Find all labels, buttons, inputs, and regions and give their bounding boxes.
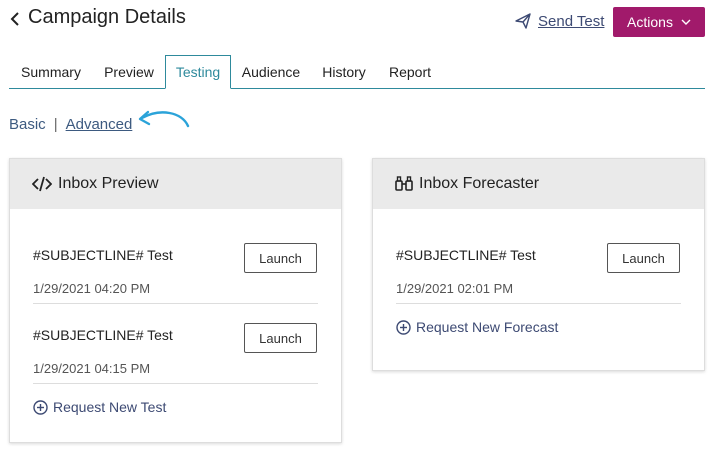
request-new-forecast-label: Request New Forecast	[416, 319, 559, 335]
item-subject: #SUBJECTLINE# Test	[396, 247, 536, 263]
binoculars-icon	[395, 176, 413, 191]
list-item: #SUBJECTLINE# Test 1/29/2021 04:20 PM La…	[33, 243, 318, 327]
launch-button[interactable]: Launch	[244, 243, 317, 273]
plus-circle-icon	[33, 399, 48, 415]
item-timestamp: 1/29/2021 04:20 PM	[33, 281, 151, 296]
request-new-test-label: Request New Test	[53, 399, 167, 415]
inbox-forecaster-title: Inbox Forecaster	[419, 175, 540, 192]
item-divider	[396, 303, 681, 304]
list-item: #SUBJECTLINE# Test 1/29/2021 04:15 PM La…	[33, 323, 318, 407]
inbox-preview-header: Inbox Preview	[10, 159, 341, 209]
actions-label: Actions	[627, 14, 673, 30]
item-divider	[33, 383, 318, 384]
request-new-forecast-link[interactable]: Request New Forecast	[396, 319, 558, 335]
tab-report[interactable]: Report	[377, 55, 443, 89]
tab-audience[interactable]: Audience	[231, 55, 311, 89]
item-subject: #SUBJECTLINE# Test	[33, 247, 173, 263]
page-header: Campaign Details Send Test Actions	[0, 0, 712, 52]
send-test-label: Send Test	[538, 12, 605, 30]
chevron-down-icon	[681, 19, 691, 25]
tab-history[interactable]: History	[311, 55, 377, 89]
inbox-preview-card: Inbox Preview #SUBJECTLINE# Test 1/29/20…	[9, 158, 342, 443]
item-subject: #SUBJECTLINE# Test	[33, 327, 173, 343]
item-timestamp: 1/29/2021 02:01 PM	[396, 281, 514, 296]
inbox-forecaster-card: Inbox Forecaster #SUBJECTLINE# Test 1/29…	[372, 158, 705, 371]
inbox-preview-title: Inbox Preview	[58, 175, 159, 192]
plus-circle-icon	[396, 319, 411, 335]
inbox-forecaster-header: Inbox Forecaster	[373, 159, 704, 209]
launch-button[interactable]: Launch	[244, 323, 317, 353]
back-button[interactable]	[8, 8, 22, 30]
list-item: #SUBJECTLINE# Test 1/29/2021 02:01 PM La…	[396, 243, 681, 327]
page-title: Campaign Details	[28, 6, 186, 28]
actions-button[interactable]: Actions	[613, 7, 705, 37]
mode-toggle: Basic | Advanced	[9, 116, 132, 133]
item-timestamp: 1/29/2021 04:15 PM	[33, 361, 151, 376]
tab-preview[interactable]: Preview	[93, 55, 165, 89]
tab-summary[interactable]: Summary	[9, 55, 93, 89]
mode-separator: |	[53, 116, 58, 133]
paper-plane-icon	[515, 13, 531, 29]
tab-bar: Summary Preview Testing Audience History…	[9, 55, 705, 89]
code-icon	[32, 176, 52, 192]
send-test-link[interactable]: Send Test	[514, 12, 604, 30]
item-divider	[33, 303, 318, 304]
tab-testing[interactable]: Testing	[165, 55, 231, 89]
launch-button[interactable]: Launch	[607, 243, 680, 273]
curved-arrow-icon	[138, 110, 190, 128]
request-new-test-link[interactable]: Request New Test	[33, 399, 166, 415]
mode-advanced-link[interactable]: Advanced	[66, 116, 133, 133]
mode-basic-link[interactable]: Basic	[9, 116, 46, 133]
chevron-left-icon	[10, 12, 19, 26]
